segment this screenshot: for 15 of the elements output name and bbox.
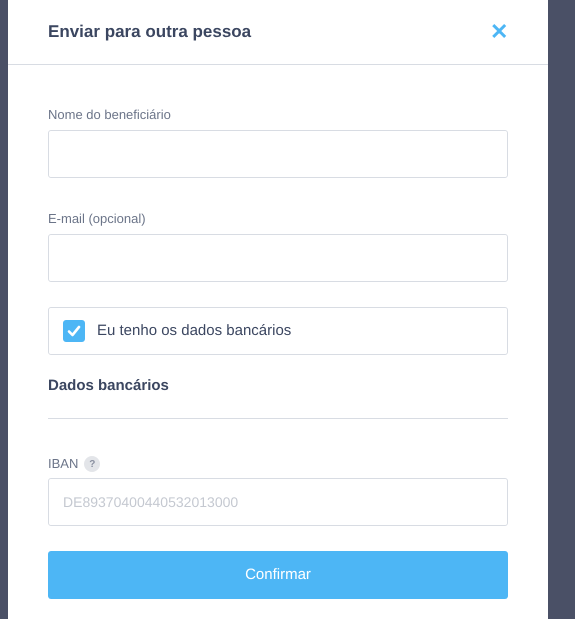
input-field[interactable]: DE89370400440532013000 (48, 478, 508, 526)
section-title: Dados bancários (48, 376, 169, 396)
field-label: E-mail (opcional) (48, 211, 147, 227)
close-button[interactable]: ✕ (490, 21, 508, 43)
dialog-title: Enviar para outra pessoa (48, 21, 252, 44)
field-label: Nome do beneficiário (48, 107, 172, 123)
checkmark-icon (67, 325, 81, 337)
input-field[interactable] (48, 234, 508, 282)
checkbox-row[interactable]: Eu tenho os dados bancários (48, 307, 508, 355)
checkbox[interactable] (63, 320, 85, 342)
confirm-button[interactable]: Confirmar (48, 551, 508, 599)
field-label: IBAN (48, 455, 78, 474)
checkbox-label: Eu tenho os dados bancários (97, 320, 292, 341)
help-icon[interactable]: ? (84, 456, 100, 472)
input-field[interactable] (48, 130, 508, 178)
